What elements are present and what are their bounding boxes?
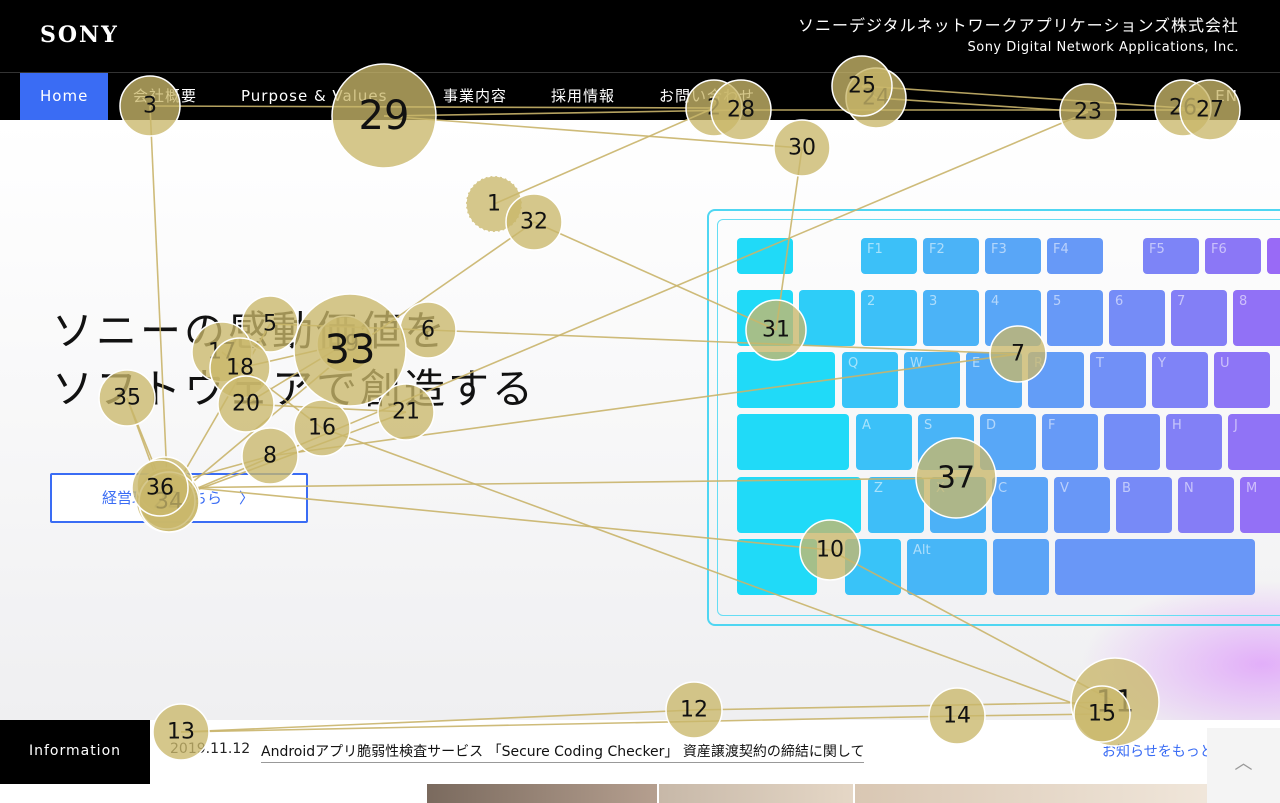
philosophy-button-label: 経営理念はこちら — [102, 489, 223, 507]
keyboard-key: F — [1042, 414, 1098, 470]
keyboard-key — [737, 238, 793, 274]
keyboard-key: F5 — [1143, 238, 1199, 274]
keyboard-key: R — [1028, 352, 1084, 408]
keyboard-key: 2 — [861, 290, 917, 346]
keyboard-key: U — [1214, 352, 1270, 408]
thumbnail-image — [855, 784, 1207, 803]
chevron-right-icon: 〉 — [238, 489, 254, 507]
keyboard-key: 6 — [1109, 290, 1165, 346]
keyboard-key: H — [1166, 414, 1222, 470]
company-name: ソニーデジタルネットワークアプリケーションズ株式会社 Sony Digital … — [798, 12, 1239, 55]
keyboard-key: V — [1054, 477, 1110, 533]
keyboard-key — [1267, 238, 1280, 274]
keyboard-key — [799, 290, 855, 346]
information-bar: Information 2019.11.12 Androidアプリ脆弱性検査サー… — [0, 720, 1280, 784]
main-nav: Home 会社概要 Purpose & Values 事業内容 採用情報 お問い… — [0, 72, 1280, 120]
more-news-link[interactable]: お知らせをもっと — [1102, 741, 1214, 761]
keyboard-key: Z — [868, 477, 924, 533]
keyboard-key: J — [1228, 414, 1280, 470]
hero-title-line-1: ソニーの感動価値を — [52, 307, 448, 355]
keyboard-key: F6 — [1205, 238, 1261, 274]
keyboard-key: Y — [1152, 352, 1208, 408]
keyboard-key: N — [1178, 477, 1234, 533]
keyboard-key — [737, 352, 835, 408]
keyboard-key: M — [1240, 477, 1280, 533]
keyboard-key: 5 — [1047, 290, 1103, 346]
keyboard-key — [737, 477, 861, 533]
keyboard-key: T — [1090, 352, 1146, 408]
keyboard-key: S — [918, 414, 974, 470]
thumbnail-image — [659, 784, 853, 803]
keyboard-key — [1104, 414, 1160, 470]
nav-company[interactable]: 会社概要 — [133, 73, 197, 120]
hero-title: ソニーの感動価値を ソフトウェアで創造する — [52, 302, 536, 418]
site-header: SONY ソニーデジタルネットワークアプリケーションズ株式会社 Sony Dig… — [0, 0, 1280, 72]
sony-logo[interactable]: SONY — [40, 22, 119, 48]
nav-home[interactable]: Home — [20, 73, 109, 120]
keyboard-key — [845, 539, 901, 595]
keyboard-key: 3 — [923, 290, 979, 346]
keyboard-key: F2 — [923, 238, 979, 274]
news-date: 2019.11.12 — [170, 741, 251, 757]
nav-business[interactable]: 事業内容 — [443, 73, 507, 120]
keyboard-key: B — [1116, 477, 1172, 533]
nav-purpose-values[interactable]: Purpose & Values — [241, 73, 387, 120]
nav-recruit[interactable]: 採用情報 — [551, 73, 615, 120]
language-switch-en[interactable]: EN — [1215, 73, 1238, 120]
keyboard-key: Alt — [907, 539, 987, 595]
chevron-up-icon: ︿ — [1234, 753, 1253, 774]
keyboard-key: E — [966, 352, 1022, 408]
philosophy-button[interactable]: 経営理念はこちら 〉 — [50, 473, 308, 523]
keyboard-key: X — [930, 477, 986, 533]
keyboard-key — [737, 290, 793, 346]
information-label: Information — [0, 720, 150, 784]
news-headline-link[interactable]: Androidアプリ脆弱性検査サービス 「Secure Coding Check… — [261, 741, 865, 763]
keyboard-key: Q — [842, 352, 898, 408]
keyboard-key: F1 — [861, 238, 917, 274]
company-name-jp: ソニーデジタルネットワークアプリケーションズ株式会社 — [797, 16, 1239, 35]
keyboard-key: F4 — [1047, 238, 1103, 274]
hero-banner: F1 F2 F3 F4 F5 F6 2 3 4 5 6 7 8 Q W E R T Y U A S D F H J Z X C V B N M A… — [0, 120, 1280, 720]
keyboard-key — [1055, 539, 1255, 595]
keyboard-key: W — [904, 352, 960, 408]
nav-contact[interactable]: お問い合わせ — [659, 73, 755, 120]
keyboard-key: A — [856, 414, 912, 470]
keyboard-key: F3 — [985, 238, 1041, 274]
thumbnail-image — [427, 784, 657, 803]
keyboard-key — [993, 539, 1049, 595]
company-name-en: Sony Digital Network Applications, Inc. — [967, 40, 1239, 55]
keyboard-key: C — [992, 477, 1048, 533]
keyboard-key: 8 — [1233, 290, 1280, 346]
keyboard-key: 7 — [1171, 290, 1227, 346]
keyboard-key — [737, 414, 849, 470]
back-to-top-button[interactable]: ︿ — [1207, 728, 1280, 803]
hero-title-line-2: ソフトウェアで創造する — [52, 365, 536, 413]
keyboard-key — [737, 539, 817, 595]
keyboard-key: D — [980, 414, 1036, 470]
keyboard-key: 4 — [985, 290, 1041, 346]
